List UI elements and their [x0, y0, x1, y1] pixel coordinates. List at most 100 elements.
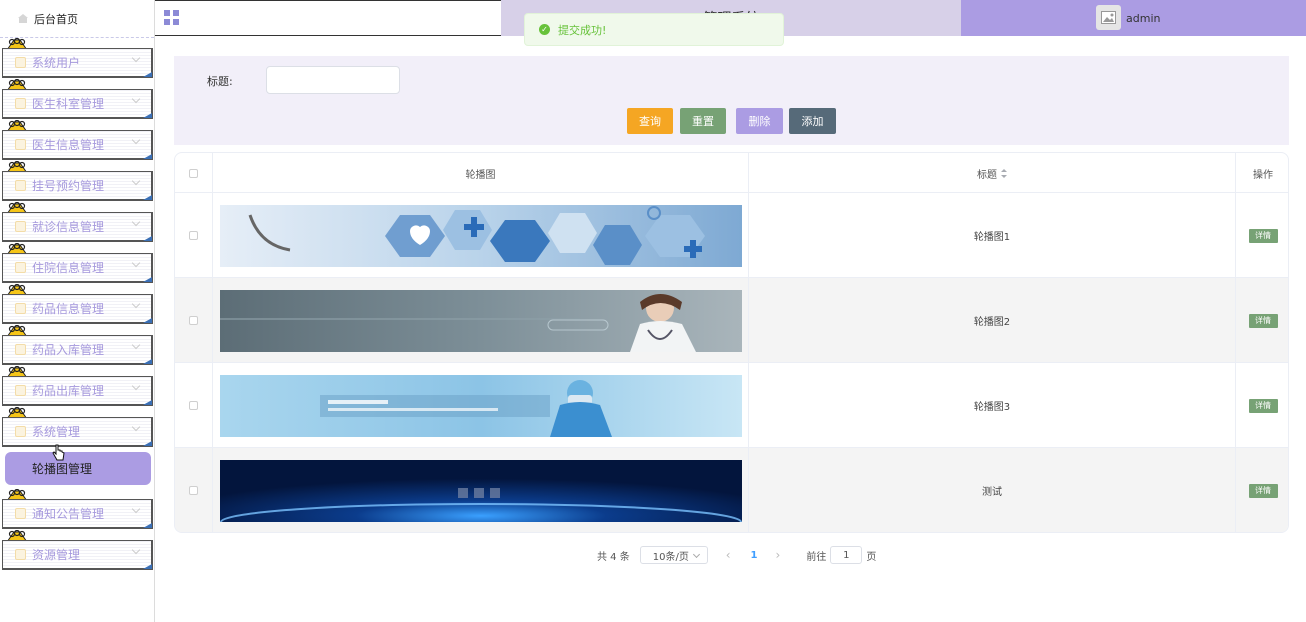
sort-icon[interactable] — [1001, 168, 1007, 178]
sidebar-item-8[interactable]: 药品入库管理 — [2, 335, 153, 365]
username[interactable]: admin — [1126, 12, 1160, 25]
sidebar-item-10[interactable]: 系统管理 — [2, 417, 153, 447]
action-cell: 详情 — [1236, 193, 1288, 278]
sidebar-item-1[interactable]: 系统用户 — [2, 48, 153, 78]
sidebar-item-label: 通知公告管理 — [32, 507, 105, 521]
goto-page-input[interactable]: 1 — [830, 546, 863, 564]
title-search-input[interactable] — [266, 66, 400, 94]
goto-label: 前往 — [806, 551, 827, 563]
carousel-image — [219, 204, 742, 267]
sidebar-item-label: 药品信息管理 — [32, 302, 105, 316]
corner-decoration — [143, 523, 152, 528]
mouse-cursor-icon — [52, 444, 65, 461]
detail-button[interactable]: 详情 — [1248, 398, 1278, 413]
user-area[interactable]: admin — [961, 0, 1306, 36]
column-header-title[interactable]: 标题 — [749, 153, 1236, 193]
next-page-button[interactable]: › — [776, 548, 781, 562]
carousel-image — [219, 459, 742, 522]
sidebar-item-11[interactable]: 通知公告管理 — [2, 499, 153, 529]
folder-icon — [15, 180, 26, 191]
shield-icon — [15, 549, 26, 560]
check-circle-icon: ✓ — [539, 24, 550, 35]
corner-decoration — [143, 72, 152, 77]
corner-decoration — [143, 318, 152, 323]
row-checkbox[interactable] — [189, 486, 198, 495]
goto-page-value: 1 — [843, 549, 850, 561]
corner-decoration — [143, 441, 152, 446]
sidebar-item-label: 系统用户 — [32, 56, 81, 70]
row-select-cell — [175, 448, 213, 532]
delete-button[interactable]: 删除 — [736, 108, 783, 134]
corner-decoration — [143, 236, 152, 241]
page-size-value: 10条/页 — [652, 551, 689, 563]
folder-icon — [15, 385, 26, 396]
sidebar-item-label: 医生科室管理 — [32, 97, 105, 111]
table-header: 轮播图 标题 操作 — [175, 153, 1288, 193]
carousel-image — [219, 289, 742, 352]
home-icon — [18, 14, 28, 23]
column-header-image-label: 轮播图 — [465, 169, 496, 181]
sidebar-item-9[interactable]: 药品出库管理 — [2, 376, 153, 406]
title-cell: 轮播图3 — [749, 363, 1236, 448]
corner-decoration — [143, 277, 152, 282]
chevron-down-icon — [131, 504, 141, 514]
chevron-down-icon — [131, 381, 141, 391]
corner-decoration — [143, 400, 152, 405]
chevron-down-icon — [131, 94, 141, 104]
sidebar-item-label: 就诊信息管理 — [32, 220, 105, 234]
row-select-cell — [175, 193, 213, 278]
sidebar-item-label: 药品入库管理 — [32, 343, 105, 357]
table-row[interactable]: 轮播图3 详情 — [175, 363, 1288, 448]
action-cell: 详情 — [1236, 278, 1288, 363]
prev-page-button[interactable]: ‹ — [726, 548, 731, 562]
folder-icon — [15, 139, 26, 150]
sidebar-item-7[interactable]: 药品信息管理 — [2, 294, 153, 324]
table-row[interactable]: 轮播图1 详情 — [175, 193, 1288, 278]
column-header-action: 操作 — [1236, 153, 1288, 193]
carousel-image-cell — [213, 278, 749, 363]
submenu-item-carousel[interactable]: 轮播图管理 — [5, 452, 151, 485]
sidebar: 后台首页 系统用户 医生科室管理 医生信息管理 挂号预约管理 就诊信息管理 住院信息管理药… — [0, 0, 155, 622]
corner-decoration — [143, 359, 152, 364]
sidebar-item-3[interactable]: 医生信息管理 — [2, 130, 153, 160]
grid-list-icon — [15, 426, 26, 437]
info-icon — [15, 508, 26, 519]
sidebar-item-6[interactable]: 住院信息管理 — [2, 253, 153, 283]
row-checkbox[interactable] — [189, 316, 198, 325]
sidebar-item-home[interactable]: 后台首页 — [0, 0, 154, 38]
reset-button[interactable]: 重置 — [680, 108, 726, 134]
page-size-select[interactable]: 10条/页 — [639, 546, 708, 564]
detail-button[interactable]: 详情 — [1248, 483, 1278, 498]
action-cell: 详情 — [1236, 363, 1288, 448]
toast-message: 提交成功! — [558, 23, 607, 37]
query-button[interactable]: 查询 — [627, 108, 673, 134]
row-checkbox[interactable] — [189, 231, 198, 240]
sidebar-item-label: 资源管理 — [32, 548, 81, 562]
add-button[interactable]: 添加 — [789, 108, 836, 134]
title-label: 标题: — [207, 75, 233, 88]
sidebar-item-2[interactable]: 医生科室管理 — [2, 89, 153, 119]
page-number-1[interactable]: 1 — [751, 550, 758, 561]
sidebar-item-label: 系统管理 — [32, 425, 81, 439]
detail-button[interactable]: 详情 — [1248, 313, 1278, 328]
chevron-down-icon — [131, 258, 141, 268]
detail-button[interactable]: 详情 — [1248, 228, 1278, 243]
avatar[interactable] — [1096, 5, 1121, 30]
action-cell: 详情 — [1236, 448, 1288, 532]
select-all-checkbox[interactable] — [189, 168, 198, 178]
row-checkbox[interactable] — [189, 401, 198, 410]
carousel-image-cell — [213, 363, 749, 448]
folder-icon — [15, 344, 26, 355]
table-row[interactable]: 轮播图2 详情 — [175, 278, 1288, 363]
table-row[interactable]: 测试 详情 — [175, 448, 1288, 532]
page-unit: 页 — [866, 551, 877, 563]
menu-toggle-button[interactable] — [155, 0, 502, 36]
row-select-cell — [175, 278, 213, 363]
column-header-image: 轮播图 — [213, 153, 749, 193]
corner-decoration — [143, 564, 152, 569]
sidebar-item-5[interactable]: 就诊信息管理 — [2, 212, 153, 242]
sidebar-item-4[interactable]: 挂号预约管理 — [2, 171, 153, 201]
sidebar-item-12[interactable]: 资源管理 — [2, 540, 153, 570]
select-all-cell — [175, 153, 213, 193]
carousel-table: 轮播图 标题 操作 轮播图1 详情 轮播图2 详情 轮播图3 详情 测试 详情 — [174, 152, 1289, 533]
